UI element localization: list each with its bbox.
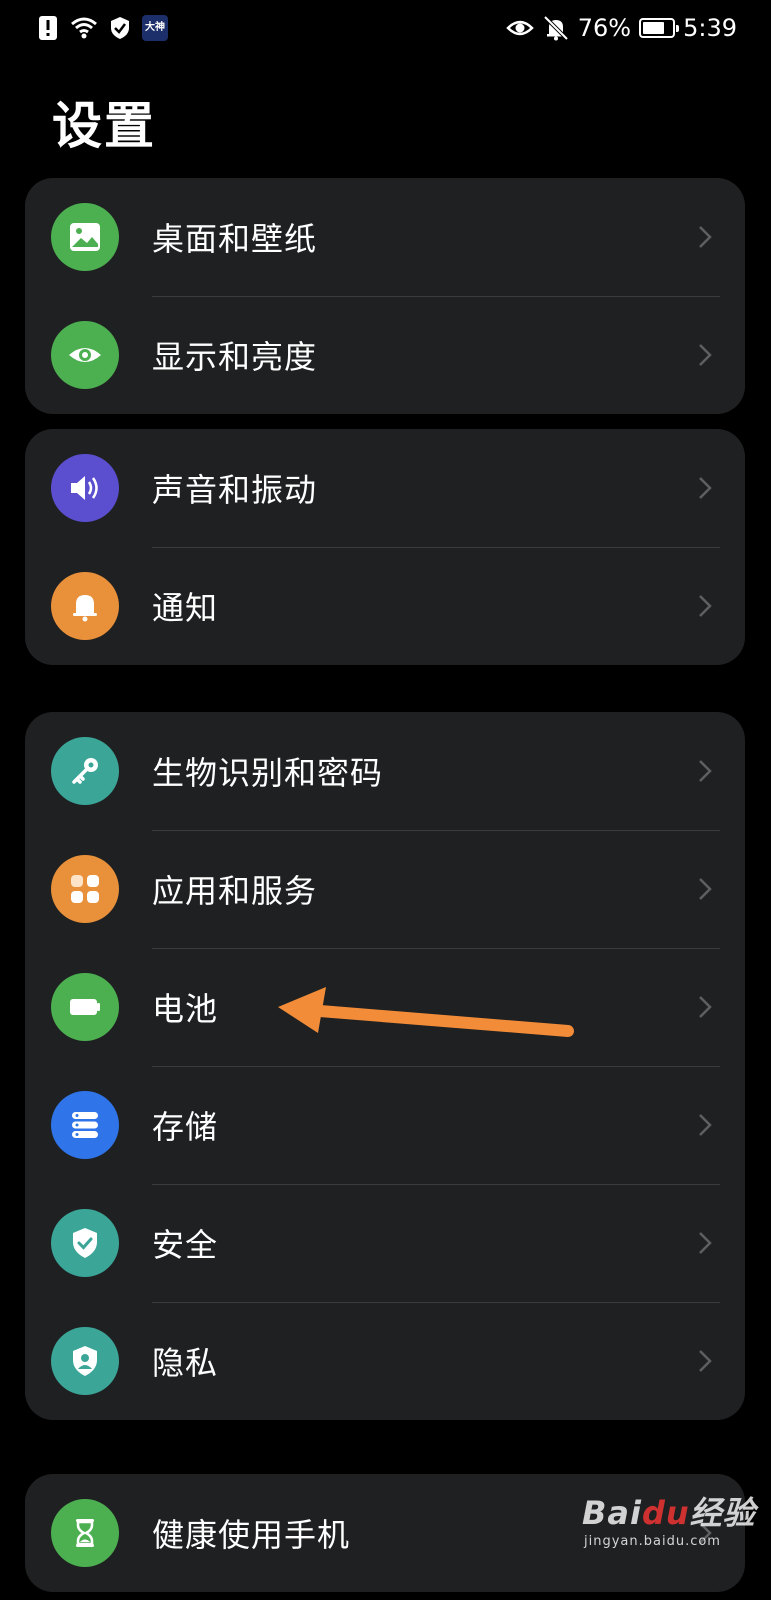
- settings-item-wallpaper[interactable]: 桌面和壁纸: [25, 178, 745, 296]
- settings-item-sound[interactable]: 声音和振动: [25, 429, 745, 547]
- chevron-right-icon: [699, 760, 712, 782]
- settings-item-label: 生物识别和密码: [152, 754, 384, 792]
- settings-item-label: 安全: [152, 1226, 219, 1264]
- speaker-icon: [51, 454, 119, 522]
- settings-item-label: 应用和服务: [152, 872, 318, 910]
- divider: [152, 1302, 720, 1303]
- apps-grid-icon: [51, 855, 119, 923]
- shield-check-icon: [111, 17, 129, 39]
- divider: [152, 547, 720, 548]
- settings-item-notifications[interactable]: 通知: [25, 547, 745, 665]
- settings-item-storage[interactable]: 存储: [25, 1066, 745, 1184]
- wallpaper-icon: [51, 203, 119, 271]
- settings-item-label: 通知: [152, 589, 219, 627]
- app-badge-icon: 大神: [142, 15, 168, 41]
- storage-icon: [51, 1091, 119, 1159]
- chevron-right-icon: [699, 477, 712, 499]
- chevron-right-icon: [699, 878, 712, 900]
- status-bar: 大神 76% 5:39: [0, 0, 771, 60]
- chevron-right-icon: [699, 1114, 712, 1136]
- watermark-url: jingyan.baidu.com: [584, 1534, 721, 1549]
- settings-item-display[interactable]: 显示和亮度: [25, 296, 745, 414]
- watermark-brand: Bai: [582, 1494, 642, 1532]
- settings-item-label: 桌面和壁纸: [152, 220, 318, 258]
- settings-item-apps[interactable]: 应用和服务: [25, 830, 745, 948]
- settings-item-label: 存储: [152, 1108, 219, 1146]
- settings-group-3: 生物识别和密码 应用和服务 电池 存储 安全 隐私: [25, 712, 745, 1420]
- chevron-right-icon: [699, 344, 712, 366]
- settings-item-label: 隐私: [152, 1344, 219, 1382]
- baidu-watermark-logo: Baidu经验 jingyan.baidu.com: [582, 1488, 756, 1549]
- settings-item-label: 显示和亮度: [152, 338, 318, 376]
- shield-icon: [51, 1209, 119, 1277]
- bell-muted-icon: [543, 15, 569, 41]
- settings-group-1: 桌面和壁纸 显示和亮度: [25, 178, 745, 414]
- battery-percent: 76%: [577, 14, 632, 42]
- divider: [152, 296, 720, 297]
- annotation-arrow: [278, 987, 574, 1037]
- chevron-right-icon: [699, 996, 712, 1018]
- divider: [152, 1184, 720, 1185]
- page-title: 设置: [52, 97, 156, 155]
- settings-item-label: 电池: [152, 990, 219, 1028]
- battery-icon: [51, 973, 119, 1041]
- settings-item-security[interactable]: 安全: [25, 1184, 745, 1302]
- chevron-right-icon: [699, 1350, 712, 1372]
- settings-item-privacy[interactable]: 隐私: [25, 1302, 745, 1420]
- settings-item-label: 声音和振动: [152, 471, 318, 509]
- divider: [152, 1066, 720, 1067]
- divider: [152, 948, 720, 949]
- chevron-right-icon: [699, 226, 712, 248]
- chevron-right-icon: [699, 595, 712, 617]
- chevron-right-icon: [699, 1232, 712, 1254]
- divider: [152, 830, 720, 831]
- watermark-brand-paw: du: [641, 1494, 690, 1532]
- battery-saver-icon: [639, 18, 680, 38]
- eye-comfort-icon: [505, 20, 534, 36]
- battery-level-fill: [643, 22, 665, 34]
- settings-group-2: 声音和振动 通知: [25, 429, 745, 665]
- privacy-icon: [51, 1327, 119, 1395]
- watermark-brand-suffix: 经验: [689, 1494, 756, 1532]
- settings-item-label: 健康使用手机: [152, 1516, 351, 1554]
- key-icon: [51, 737, 119, 805]
- status-time: 5:39: [683, 14, 737, 42]
- wifi-icon: [71, 17, 97, 39]
- hourglass-icon: [51, 1499, 119, 1567]
- settings-item-biometrics[interactable]: 生物识别和密码: [25, 712, 745, 830]
- alert-notification-icon: [39, 16, 57, 40]
- bell-icon: [51, 572, 119, 640]
- eye-icon: [51, 321, 119, 389]
